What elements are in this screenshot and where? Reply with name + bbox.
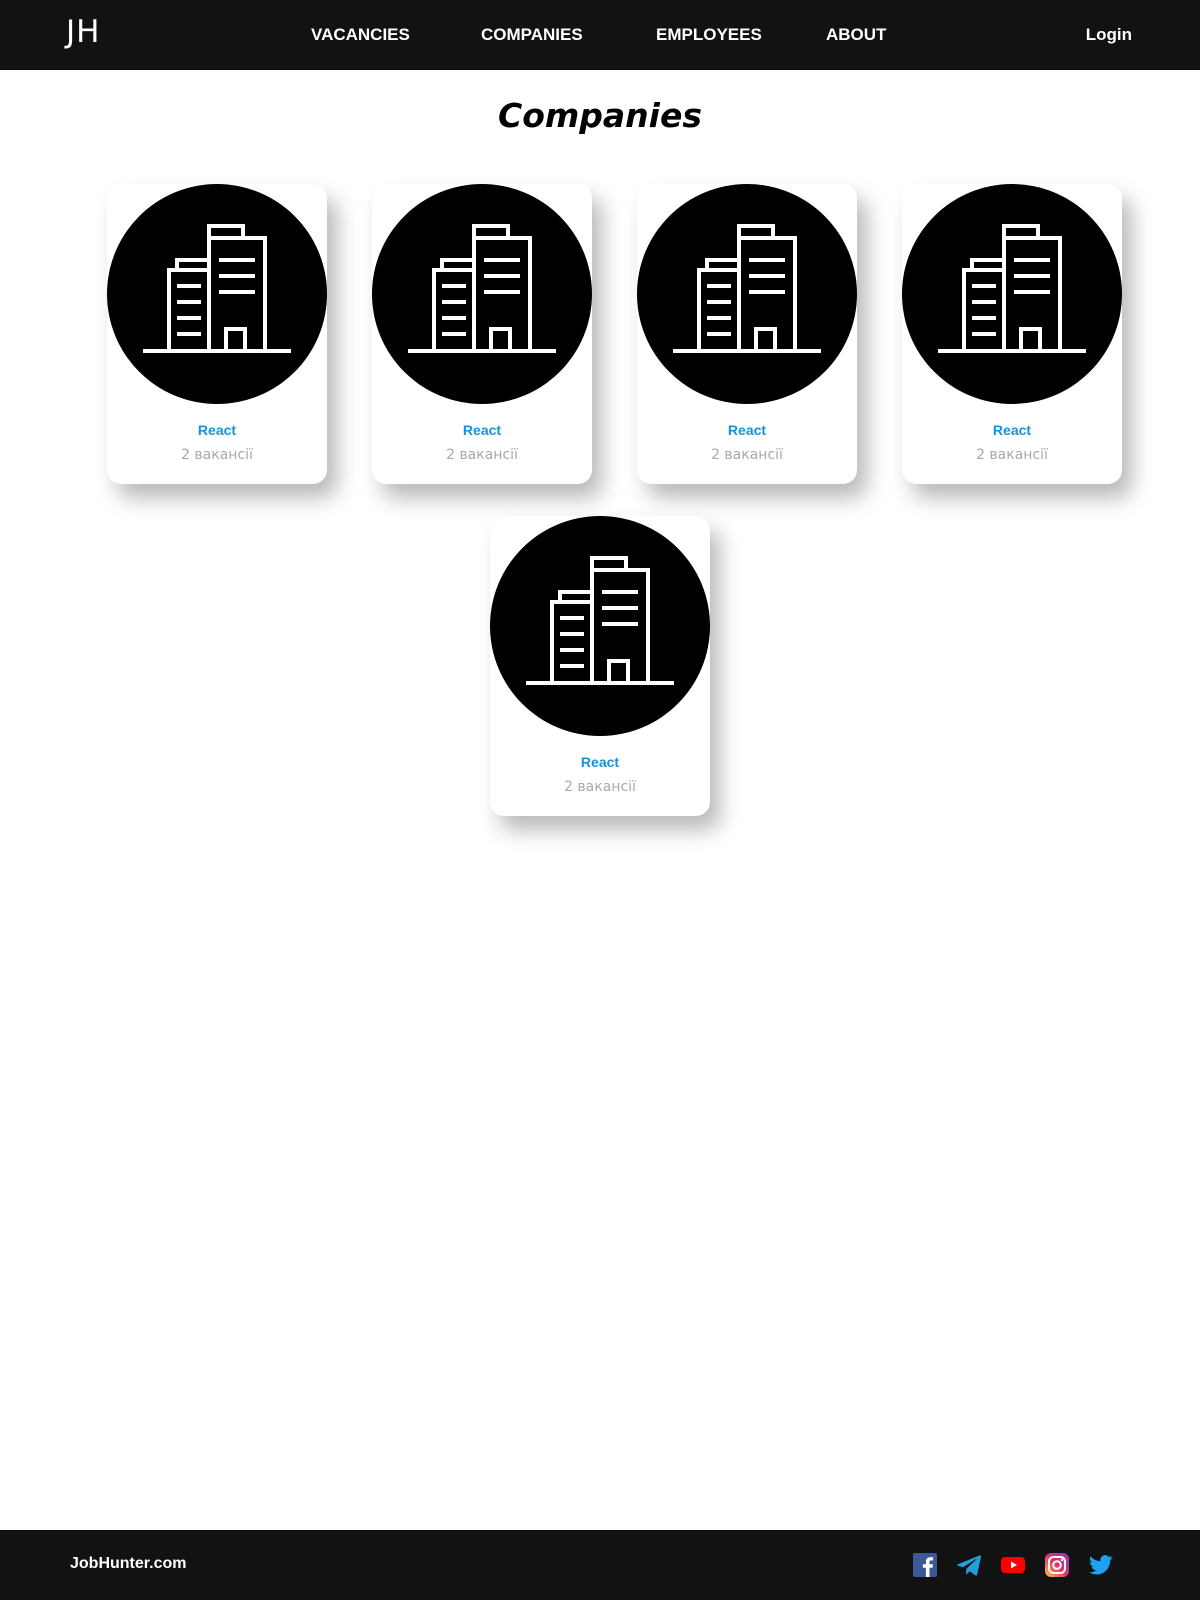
vacancies-count: 2 вакансії <box>446 447 518 463</box>
building-icon <box>143 224 291 353</box>
building-icon <box>938 224 1086 353</box>
company-name[interactable]: React <box>372 422 592 438</box>
company-card[interactable]: React 2 вакансії <box>107 184 327 484</box>
nav-employees[interactable]: EMPLOYEES <box>656 25 762 45</box>
site-logo[interactable]: JH <box>66 14 100 50</box>
top-navbar: JH VACANCIES COMPANIES EMPLOYEES ABOUT L… <box>0 0 1200 70</box>
twitter-icon[interactable] <box>1089 1553 1113 1577</box>
company-logo <box>902 184 1122 404</box>
company-name[interactable]: React <box>637 422 857 438</box>
company-logo <box>107 184 327 404</box>
nav-companies[interactable]: COMPANIES <box>481 25 583 45</box>
company-card[interactable]: React 2 вакансії <box>372 184 592 484</box>
login-button[interactable]: Login <box>1086 25 1132 45</box>
vacancies-count: 2 вакансії <box>181 447 253 463</box>
company-name[interactable]: React <box>107 422 327 438</box>
company-name[interactable]: React <box>490 754 710 770</box>
telegram-icon[interactable] <box>957 1553 981 1577</box>
footer: JobHunter.com <box>0 1530 1200 1600</box>
nav-vacancies[interactable]: VACANCIES <box>311 25 410 45</box>
building-icon <box>673 224 821 353</box>
vacancies-count: 2 вакансії <box>711 447 783 463</box>
building-icon <box>526 556 674 685</box>
company-card[interactable]: React 2 вакансії <box>490 516 710 816</box>
company-logo <box>372 184 592 404</box>
page-title: Companies <box>498 96 702 135</box>
company-card[interactable]: React 2 вакансії <box>637 184 857 484</box>
company-card[interactable]: React 2 вакансії <box>902 184 1122 484</box>
facebook-icon[interactable] <box>913 1553 937 1577</box>
building-icon <box>408 224 556 353</box>
vacancies-count: 2 вакансії <box>976 447 1048 463</box>
vacancies-count: 2 вакансії <box>564 779 636 795</box>
footer-brand[interactable]: JobHunter.com <box>70 1555 186 1573</box>
youtube-icon[interactable] <box>1001 1553 1025 1577</box>
company-name[interactable]: React <box>902 422 1122 438</box>
company-logo <box>637 184 857 404</box>
company-logo <box>490 516 710 736</box>
nav-about[interactable]: ABOUT <box>826 25 886 45</box>
instagram-icon[interactable] <box>1045 1553 1069 1577</box>
